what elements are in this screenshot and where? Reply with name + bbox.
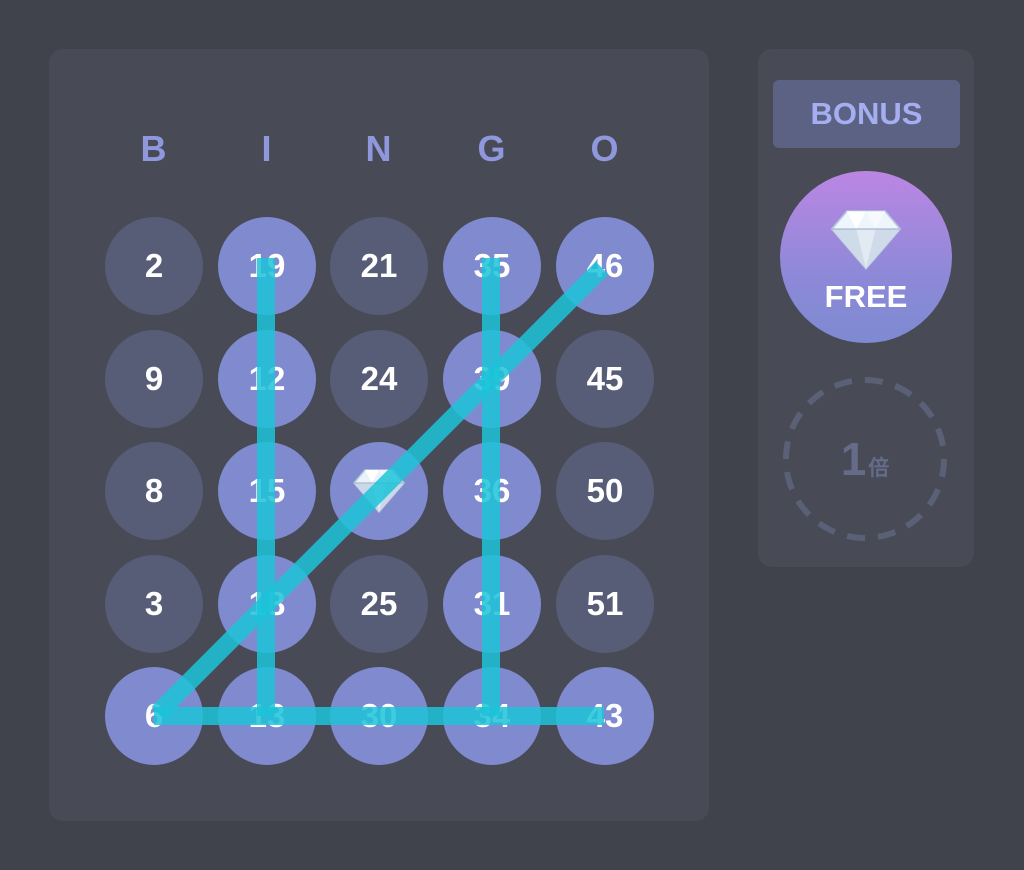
bingo-cell[interactable]: 6 [105, 667, 203, 765]
bingo-cell[interactable]: 12 [218, 330, 316, 428]
header-letter-i: I [261, 128, 273, 169]
bingo-cell[interactable]: 30 [330, 667, 428, 765]
bingo-cell[interactable]: 19 [218, 217, 316, 315]
bingo-cell[interactable]: 36 [443, 442, 541, 540]
bingo-cell[interactable]: 31 [443, 555, 541, 653]
multiplier-display: 1倍 [782, 432, 948, 486]
header-letter-n: N [365, 128, 393, 169]
free-label: FREE [824, 279, 908, 314]
bingo-cell[interactable]: 45 [556, 330, 654, 428]
bingo-cell[interactable]: 13 [218, 667, 316, 765]
diamond-icon [353, 469, 405, 514]
header-letter-g: G [477, 128, 507, 169]
bingo-cell[interactable]: 9 [105, 330, 203, 428]
free-center-cell[interactable] [330, 442, 428, 540]
bingo-cell[interactable]: 35 [443, 217, 541, 315]
multiplier-unit: 倍 [868, 457, 890, 480]
bingo-cell[interactable]: 24 [330, 330, 428, 428]
bingo-cell[interactable]: 46 [556, 217, 654, 315]
multiplier-value: 1 [840, 433, 867, 485]
bingo-cell[interactable]: 43 [556, 667, 654, 765]
bingo-cell[interactable]: 50 [556, 442, 654, 540]
bonus-button[interactable]: BONUS [773, 80, 960, 148]
bingo-cell[interactable]: 18 [218, 555, 316, 653]
bingo-cell[interactable]: 25 [330, 555, 428, 653]
header-letter-b: B [140, 128, 168, 169]
bingo-cell[interactable]: 3 [105, 555, 203, 653]
header-letter-o: O [590, 128, 620, 169]
diamond-icon [830, 210, 902, 271]
bingo-cell[interactable]: 8 [105, 442, 203, 540]
bingo-cell[interactable]: 2 [105, 217, 203, 315]
bingo-cell[interactable]: 51 [556, 555, 654, 653]
bingo-cell[interactable]: 34 [443, 667, 541, 765]
bingo-cell[interactable]: 15 [218, 442, 316, 540]
bingo-cell[interactable]: 39 [443, 330, 541, 428]
free-bonus-bubble[interactable]: FREE [780, 171, 952, 343]
bingo-cell[interactable]: 21 [330, 217, 428, 315]
